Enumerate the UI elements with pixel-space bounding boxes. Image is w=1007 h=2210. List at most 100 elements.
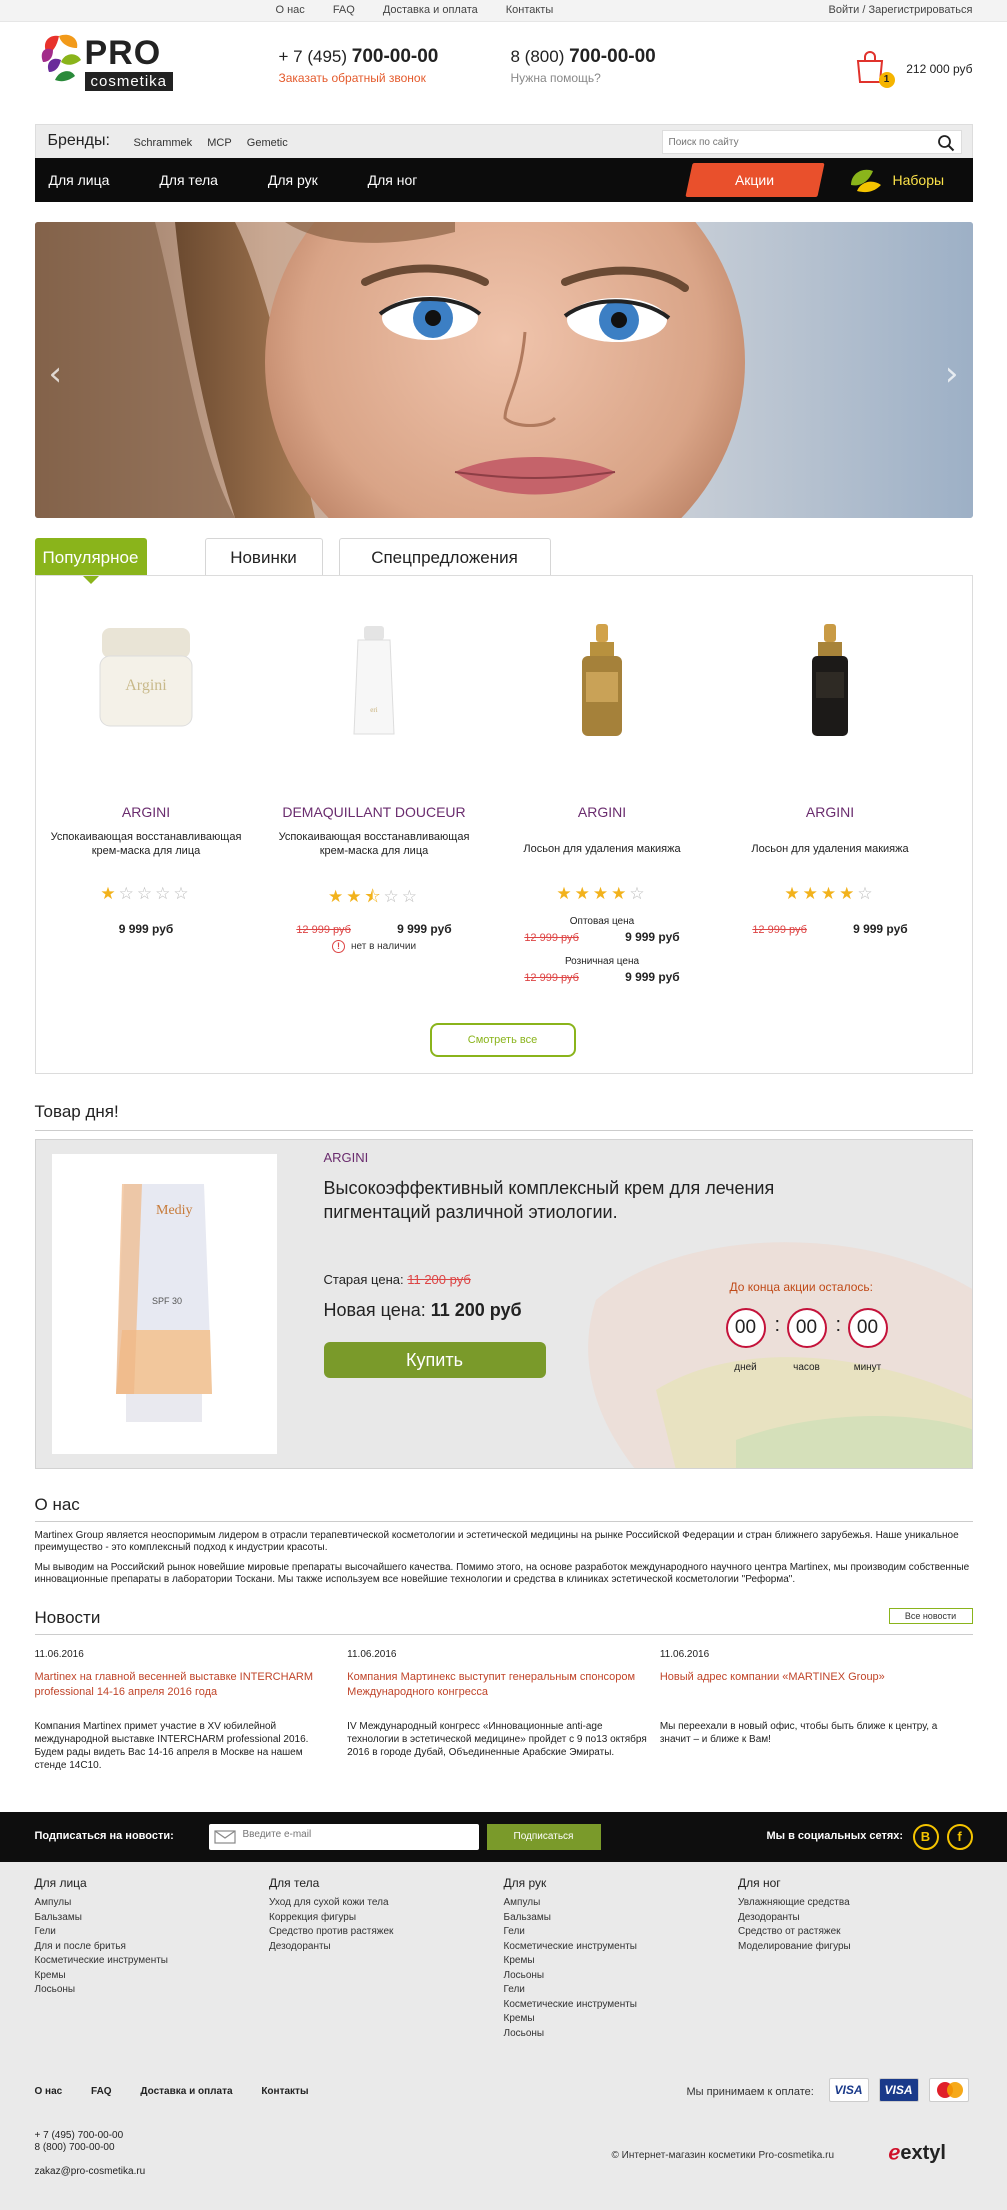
promo-button[interactable]: Акции xyxy=(689,172,821,188)
brand-link-gemetic[interactable]: Gemetic xyxy=(247,137,288,149)
about-paragraph: Мы выводим на Российский рынок новейшие … xyxy=(34,1562,970,1585)
potd-image[interactable]: Mediy SPF 30 xyxy=(51,1154,277,1454)
footer-link[interactable]: Кремы xyxy=(504,1954,739,1969)
top-nav-contacts[interactable]: Контакты xyxy=(506,4,554,16)
tab-new[interactable]: Новинки xyxy=(204,538,323,576)
footer-link[interactable]: Дезодоранты xyxy=(738,1911,973,1926)
bottle-image: eri xyxy=(352,626,395,735)
footer-link[interactable]: Лосьоны xyxy=(504,2027,739,2042)
footer-link[interactable]: Уход для сухой кожи тела xyxy=(269,1896,504,1911)
news-date: 11.06.2016 xyxy=(34,1649,84,1660)
top-nav-about[interactable]: О нас xyxy=(276,4,305,16)
cart-button[interactable]: 1 xyxy=(853,50,895,88)
news-date: 11.06.2016 xyxy=(347,1649,397,1660)
footer-link[interactable]: Бальзамы xyxy=(35,1911,270,1926)
product-brand[interactable]: ARGINI xyxy=(500,804,705,820)
footer-col-feet: Для ног Увлажняющие средства Дезодоранты… xyxy=(738,1876,973,2041)
facebook-icon[interactable]: f xyxy=(946,1824,973,1850)
help-text: Нужна помощь? xyxy=(510,71,601,85)
product-brand[interactable]: DEMAQUILLANT DOUCEUR xyxy=(272,804,477,820)
footer-col-title[interactable]: Для лица xyxy=(35,1876,270,1890)
sets-button[interactable]: Наборы xyxy=(893,172,945,188)
login-link[interactable]: Войти / Зарегистрироваться xyxy=(829,4,973,16)
svg-text:Argini: Argini xyxy=(125,677,167,694)
retail-label: Розничная цена xyxy=(564,956,640,967)
potd-name[interactable]: Высокоэффективный комплексный крем для л… xyxy=(324,1176,844,1224)
news-title-link[interactable]: Martinex на главной весенней выставке IN… xyxy=(35,1670,335,1720)
footer-email[interactable]: zakaz@pro-cosmetika.ru xyxy=(35,2166,146,2177)
footer-col-title[interactable]: Для ног xyxy=(738,1876,973,1890)
phone-moscow: + 7 (495) 700-00-00 Заказать обратный зв… xyxy=(279,46,439,85)
view-all-button[interactable]: Смотреть все xyxy=(429,1023,576,1057)
email-field-box xyxy=(208,1824,479,1850)
developer-logo[interactable]: ℯextyl xyxy=(889,2140,946,2165)
footer-link[interactable]: Средство против растяжек xyxy=(269,1925,504,1940)
footer-nav-faq[interactable]: FAQ xyxy=(91,2086,112,2097)
top-nav-delivery[interactable]: Доставка и оплата xyxy=(383,4,478,16)
slider-prev-arrow[interactable]: ‹ xyxy=(49,354,63,394)
footer-link[interactable]: Кремы xyxy=(504,2012,739,2027)
footer-link[interactable]: Для и после бритья xyxy=(35,1940,270,1955)
potd-brand[interactable]: ARGINI xyxy=(324,1150,369,1165)
product-price: 9 999 руб xyxy=(853,922,908,936)
phone2-prefix: 8 (800) xyxy=(510,47,565,66)
footer-link[interactable]: Ампулы xyxy=(504,1896,739,1911)
footer-link[interactable]: Косметические инструменты xyxy=(504,1940,739,1955)
all-news-button[interactable]: Все новости xyxy=(888,1608,973,1624)
logo[interactable]: PRO cosmetika xyxy=(35,30,175,92)
buy-button[interactable]: Купить xyxy=(323,1342,546,1378)
product-brand[interactable]: ARGINI xyxy=(44,804,249,820)
footer-nav-about[interactable]: О нас xyxy=(35,2086,63,2097)
footer-link[interactable]: Гели xyxy=(35,1925,270,1940)
news-item: 11.06.2016 Новый адрес компании «MARTINE… xyxy=(660,1649,973,1772)
footer-col-title[interactable]: Для тела xyxy=(269,1876,504,1890)
email-input[interactable] xyxy=(242,1829,463,1840)
tab-special[interactable]: Спецпредложения xyxy=(338,538,551,576)
callback-link[interactable]: Заказать обратный звонок xyxy=(279,71,439,85)
brand-link-schrammek[interactable]: Schrammek xyxy=(134,137,193,149)
footer-link[interactable]: Кремы xyxy=(35,1969,270,1984)
footer-nav-delivery[interactable]: Доставка и оплата xyxy=(140,2086,232,2097)
product-brand[interactable]: ARGINI xyxy=(728,804,933,820)
news-item: 11.06.2016 Компания Мартинекс выступит г… xyxy=(347,1649,660,1772)
footer-link[interactable]: Коррекция фигуры xyxy=(269,1911,504,1926)
footer-link[interactable]: Гели xyxy=(504,1925,739,1940)
news-text: Мы переехали в новый офис, чтобы быть бл… xyxy=(659,1721,938,1745)
nav-item-feet[interactable]: Для ног xyxy=(368,172,418,188)
vk-icon[interactable]: В xyxy=(912,1824,939,1850)
footer-link[interactable]: Косметические инструменты xyxy=(504,1998,739,2013)
footer-link[interactable]: Косметические инструменты xyxy=(35,1954,270,1969)
search-icon[interactable] xyxy=(937,134,955,152)
payment-label: Мы принимаем к оплате: xyxy=(686,2086,814,2098)
top-nav: О нас FAQ Доставка и оплата Контакты xyxy=(276,4,582,16)
nav-item-face[interactable]: Для лица xyxy=(49,172,110,188)
product-of-day: Mediy SPF 30 ARGINI Высокоэффективный ко… xyxy=(34,1139,973,1469)
nav-item-hands[interactable]: Для рук xyxy=(268,172,318,188)
footer-col-body: Для тела Уход для сухой кожи тела Коррек… xyxy=(269,1876,504,2041)
footer-col-title[interactable]: Для рук xyxy=(504,1876,739,1890)
news-title: Новости xyxy=(34,1608,973,1635)
footer-nav-contacts[interactable]: Контакты xyxy=(261,2086,308,2097)
subscribe-button[interactable]: Подписаться xyxy=(486,1824,601,1850)
tab-popular[interactable]: Популярное xyxy=(34,538,147,584)
footer-link[interactable]: Лосьоны xyxy=(504,1969,739,1984)
products-panel: Argini ARGINI Успокаивающая восстанавлив… xyxy=(34,575,973,1074)
footer-link[interactable]: Средство от растяжек xyxy=(738,1925,973,1940)
top-nav-faq[interactable]: FAQ xyxy=(333,4,355,16)
footer-link[interactable]: Дезодоранты xyxy=(269,1940,504,1955)
retail-old-price: 12 999 руб xyxy=(524,972,579,984)
news-title-link[interactable]: Компания Мартинекс выступит генеральным … xyxy=(347,1670,647,1720)
news-title-link[interactable]: Новый адрес компании «MARTINEX Group» xyxy=(660,1670,960,1720)
brand-link-mcp[interactable]: MCP xyxy=(207,137,231,149)
footer-link[interactable]: Бальзамы xyxy=(504,1911,739,1926)
footer-link[interactable]: Гели xyxy=(504,1983,739,1998)
cream-jar-image: Argini xyxy=(99,628,192,727)
footer-link[interactable]: Лосьоны xyxy=(35,1983,270,1998)
search-input[interactable] xyxy=(662,131,923,153)
footer-link[interactable]: Увлажняющие средства xyxy=(738,1896,973,1911)
nav-item-body[interactable]: Для тела xyxy=(159,172,218,188)
footer-col-hands: Для рук Ампулы Бальзамы Гели Косметическ… xyxy=(504,1876,739,2041)
footer-link[interactable]: Моделирование фигуры xyxy=(738,1940,973,1955)
footer-link[interactable]: Ампулы xyxy=(35,1896,270,1911)
slider-next-arrow[interactable]: › xyxy=(945,354,959,394)
